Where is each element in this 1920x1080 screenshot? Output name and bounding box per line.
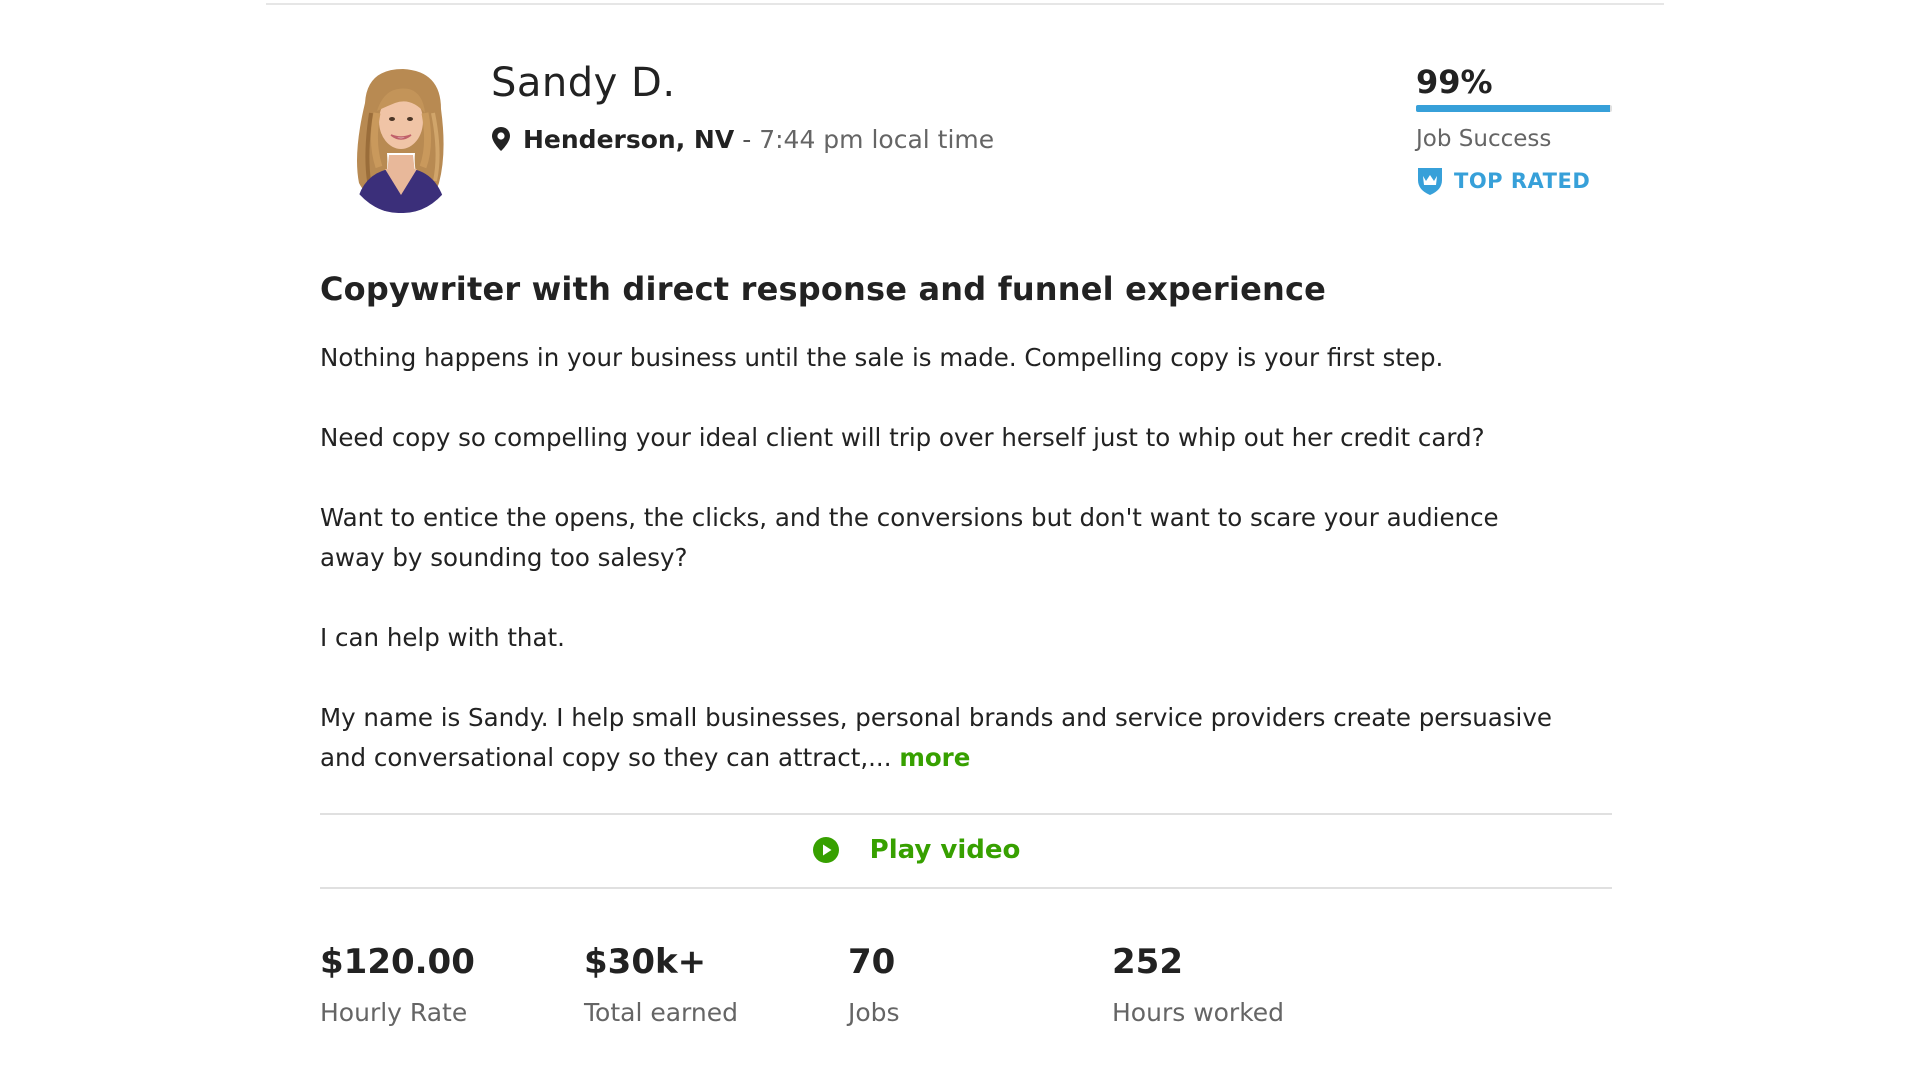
top-rated-label: TOP RATED bbox=[1454, 169, 1591, 193]
overview-line: Want to entice the opens, the clicks, an… bbox=[320, 503, 1499, 532]
profile-title: Copywriter with direct response and funn… bbox=[320, 270, 1327, 308]
stat-value: 252 bbox=[1112, 942, 1183, 982]
local-time: 7:44 pm local time bbox=[759, 124, 995, 154]
stat-label: Total earned bbox=[584, 998, 738, 1027]
overview-paragraph: Need copy so compelling your ideal clien… bbox=[320, 418, 1612, 458]
profile-overview: Nothing happens in your business until t… bbox=[320, 338, 1612, 818]
overview-paragraph: Want to entice the opens, the clicks, an… bbox=[320, 498, 1612, 578]
play-video-button[interactable]: Play video bbox=[812, 835, 1021, 865]
freelancer-profile-card: Sandy D. Henderson, NV - 7:44 pm local t… bbox=[320, 0, 1612, 1080]
stat-label: Hours worked bbox=[1112, 998, 1285, 1027]
stats-row: $120.00 Hourly Rate $30k+ Total earned 7… bbox=[320, 940, 1376, 1030]
play-circle-icon bbox=[812, 837, 839, 863]
job-success-value: 99% bbox=[1416, 63, 1493, 101]
location-separator: - bbox=[742, 124, 752, 154]
overview-line: My name is Sandy. I help small businesse… bbox=[320, 703, 1552, 732]
job-success-bar-fill bbox=[1416, 105, 1611, 112]
overview-paragraph: Nothing happens in your business until t… bbox=[320, 338, 1612, 378]
divider bbox=[320, 887, 1612, 889]
overview-line: Need copy so compelling your ideal clien… bbox=[320, 423, 1485, 452]
job-success-score: 99% Job Success TOP RATED bbox=[1416, 62, 1612, 196]
stat-jobs: 70 Jobs bbox=[848, 940, 1112, 1030]
stat-value: 70 bbox=[848, 942, 896, 982]
play-video-label: Play video bbox=[869, 835, 1021, 865]
avatar-photo bbox=[337, 63, 465, 213]
top-rated-badge[interactable]: TOP RATED bbox=[1416, 166, 1612, 196]
map-pin-icon bbox=[492, 127, 510, 151]
stat-total-earned: $30k+ Total earned bbox=[584, 940, 848, 1030]
stat-hourly-rate: $120.00 Hourly Rate bbox=[320, 940, 584, 1030]
freelancer-name[interactable]: Sandy D. bbox=[491, 60, 676, 106]
overview-line: I can help with that. bbox=[320, 623, 565, 652]
stat-label: Hourly Rate bbox=[320, 998, 468, 1027]
stat-value: $120.00 bbox=[320, 942, 475, 982]
stat-value: $30k+ bbox=[584, 942, 707, 982]
overview-line: and conversational copy so they can attr… bbox=[320, 743, 892, 772]
location-row: Henderson, NV - 7:44 pm local time bbox=[491, 122, 994, 156]
location-city: Henderson, NV bbox=[523, 124, 735, 154]
overview-line: Nothing happens in your business until t… bbox=[320, 343, 1444, 372]
shield-crown-icon bbox=[1418, 168, 1442, 195]
stat-hours-worked: 252 Hours worked bbox=[1112, 940, 1376, 1030]
overview-paragraph: My name is Sandy. I help small businesse… bbox=[320, 698, 1612, 778]
job-success-bar bbox=[1416, 105, 1612, 112]
avatar[interactable] bbox=[337, 63, 465, 213]
overview-line: away by sounding too salesy? bbox=[320, 543, 688, 572]
more-link[interactable]: more bbox=[899, 743, 970, 772]
overview-paragraph: I can help with that. bbox=[320, 618, 1612, 658]
job-success-label: Job Success bbox=[1416, 126, 1552, 152]
video-row: Play video bbox=[320, 814, 1612, 886]
stat-label: Jobs bbox=[848, 998, 900, 1027]
